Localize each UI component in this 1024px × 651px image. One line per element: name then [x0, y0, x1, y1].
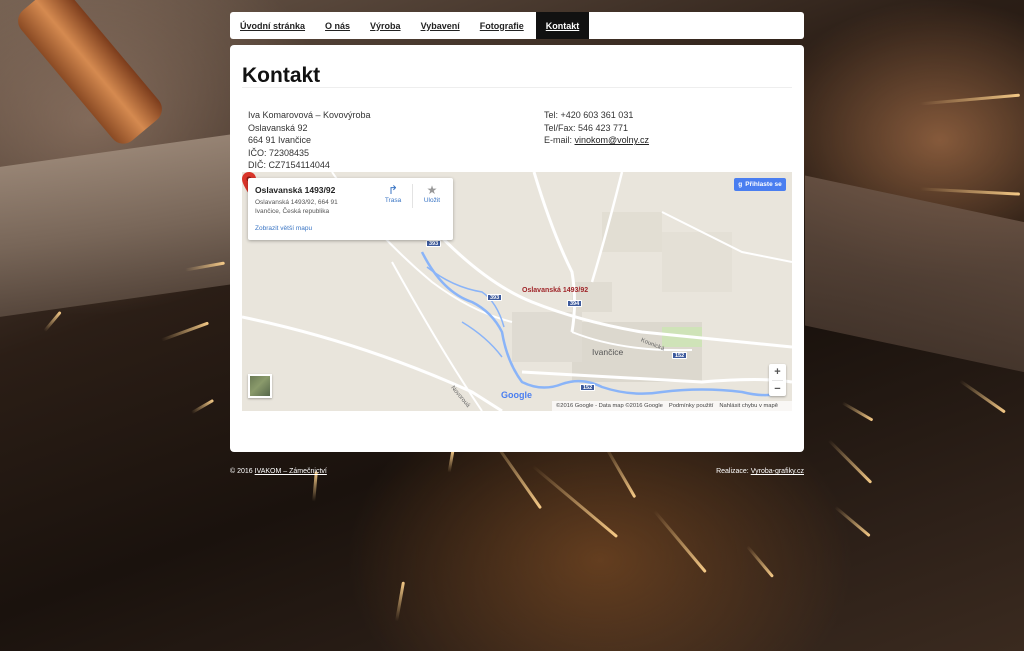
title-divider: [242, 87, 792, 88]
email-row: E-mail: vinokom@volny.cz: [544, 134, 649, 147]
larger-map-link[interactable]: Zobrazit větší mapu: [255, 225, 312, 232]
company-name: Iva Komarovová – Kovovýroba: [248, 110, 371, 120]
spark-graphic: [395, 581, 405, 622]
contact-block: Tel: +420 603 361 031 Tel/Fax: 546 423 7…: [544, 109, 649, 147]
pin-label: Oslavanská 1493/92: [522, 287, 589, 294]
google-signin-button[interactable]: g Přihlaste se: [734, 178, 786, 191]
directions-button[interactable]: ↱ Trasa: [378, 183, 408, 204]
footer-agency-link[interactable]: Vyroba-grafiky.cz: [751, 468, 804, 475]
spark-graphic: [653, 509, 707, 574]
google-map[interactable]: Ivančice Kounická Novorouá 393 393 394 1…: [242, 172, 792, 411]
fax: Tel/Fax: 546 423 771: [544, 122, 629, 133]
page-title: Kontakt: [242, 64, 321, 87]
save-label: Uložit: [423, 197, 441, 204]
wood-plank-graphic: [805, 175, 1024, 375]
info-card-city: Ivančice, Česká republika: [255, 208, 330, 215]
email-label: E-mail:: [544, 135, 575, 146]
spark-graphic: [841, 401, 874, 422]
signin-label: Přihlaste se: [745, 181, 782, 188]
road-shield: 394: [567, 300, 583, 307]
directions-icon: ↱: [387, 183, 399, 197]
terms-link[interactable]: Podmínky použití: [669, 403, 713, 409]
report-error-link[interactable]: Nahlásit chybu v mapě: [719, 403, 778, 409]
road-shield: 152: [672, 352, 688, 359]
footer-credit: Realizace: Vyroba-grafiky.cz: [716, 468, 804, 475]
nav-item-production[interactable]: Výroba: [360, 12, 411, 39]
spark-graphic: [745, 545, 775, 578]
zoom-in-button[interactable]: +: [769, 364, 786, 380]
map-attribution: ©2016 Google - Data map ©2016 Google Pod…: [552, 401, 792, 411]
google-plus-icon: g: [738, 181, 743, 188]
spark-graphic: [920, 93, 1020, 106]
road-shield: 393: [487, 294, 503, 301]
google-logo: Google: [501, 390, 532, 400]
directions-label: Trasa: [384, 197, 402, 204]
content-panel: Kontakt Iva Komarovová – Kovovýroba Osla…: [230, 45, 804, 452]
nav-item-home[interactable]: Úvodní stránka: [230, 12, 315, 39]
phone: Tel: +420 603 361 031: [544, 110, 634, 120]
map-info-card: Oslavanská 1493/92 Oslavanská 1493/92, 6…: [248, 178, 453, 240]
address-block: Iva Komarovová – Kovovýroba Oslavanská 9…: [248, 109, 371, 172]
road-shield: 152: [580, 384, 596, 391]
spark-graphic: [834, 505, 871, 538]
spark-graphic: [160, 321, 210, 342]
dic: DIČ: CZ7154114044: [248, 160, 330, 171]
torch-graphic: [12, 0, 168, 150]
zoom-control: + −: [769, 364, 786, 396]
nav-item-about[interactable]: O nás: [315, 12, 360, 39]
info-card-address: Oslavanská 1493/92, 664 91: [255, 199, 338, 206]
nav-item-equipment[interactable]: Vybavení: [411, 12, 470, 39]
spark-graphic: [43, 310, 62, 333]
spark-graphic: [531, 464, 619, 539]
footer-credit-prefix: Realizace:: [716, 468, 751, 475]
spark-graphic: [827, 439, 873, 484]
wood-plank-graphic: [0, 133, 240, 317]
street: Oslavanská 92: [248, 122, 308, 133]
ico: IČO: 72308435: [248, 147, 310, 158]
star-icon: ★: [426, 183, 438, 197]
town-label: Ivančice: [592, 347, 624, 357]
spark-graphic: [603, 444, 637, 499]
road-shield: 393: [426, 240, 442, 247]
footer-copyright: © 2016 IVAKOM – Zámečnictví: [230, 468, 327, 475]
spark-graphic: [919, 187, 1021, 196]
main-nav: Úvodní stránka O nás Výroba Vybavení Fot…: [230, 12, 804, 39]
satellite-view-toggle[interactable]: [248, 374, 272, 398]
spark-graphic: [959, 379, 1006, 414]
spark-graphic: [190, 398, 215, 415]
nav-item-contact[interactable]: Kontakt: [535, 12, 590, 39]
spark-graphic: [312, 471, 318, 502]
map-copyright: ©2016 Google - Data map ©2016 Google: [556, 403, 663, 409]
footer-company-link[interactable]: IVAKOM – Zámečnictví: [255, 468, 327, 475]
footer-copyright-prefix: © 2016: [230, 468, 255, 475]
email-link[interactable]: vinokom@volny.cz: [575, 135, 650, 145]
nav-item-photos[interactable]: Fotografie: [470, 12, 534, 39]
info-divider: [412, 184, 413, 208]
city: 664 91 Ivančice: [248, 135, 312, 146]
spark-graphic: [447, 450, 455, 473]
info-card-title: Oslavanská 1493/92: [255, 185, 336, 195]
save-place-button[interactable]: ★ Uložit: [417, 183, 447, 204]
zoom-out-button[interactable]: −: [769, 381, 786, 397]
